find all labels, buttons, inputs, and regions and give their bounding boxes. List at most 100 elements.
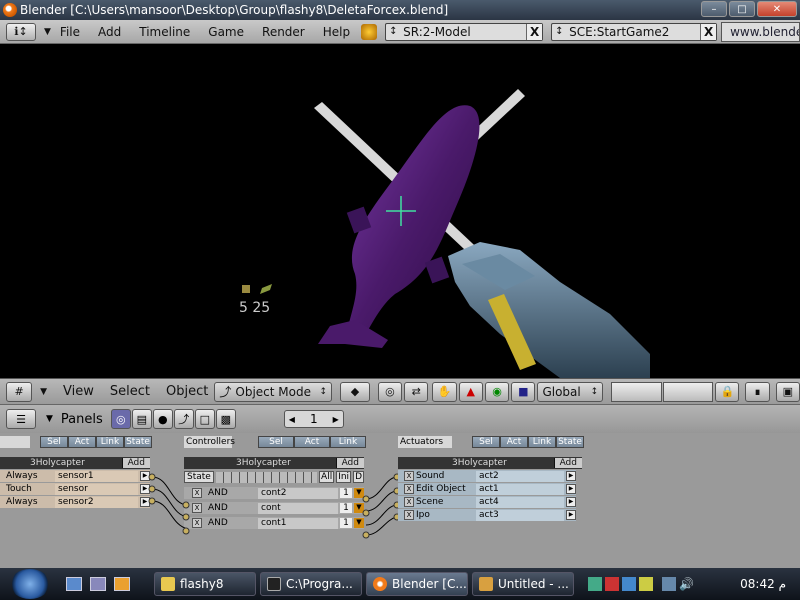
prev-arrow-icon[interactable]: ◀ (289, 415, 295, 424)
link-socket[interactable] (182, 527, 190, 535)
editor-type-button[interactable]: ☰ (6, 409, 36, 429)
scene-tab-icon[interactable]: ▩ (215, 409, 236, 429)
tray-icon[interactable] (622, 577, 636, 591)
scene-selector[interactable]: ↕ SCE:StartGame2 X (551, 22, 718, 41)
menu-help[interactable]: Help (323, 25, 350, 39)
switch-windows-icon[interactable] (90, 577, 106, 591)
task-flashy8[interactable]: flashy8 (154, 572, 256, 596)
actuator-row[interactable]: X Scene act4 ▶ (398, 496, 576, 508)
delete-x-icon[interactable]: X (404, 484, 414, 494)
link-socket[interactable] (362, 531, 370, 539)
minimize-button[interactable]: – (701, 1, 727, 17)
layer-buttons[interactable] (611, 381, 714, 402)
controllers-sel-tab[interactable]: Sel (258, 436, 294, 448)
render-preview-button[interactable]: ▣ (775, 381, 800, 402)
delete-x-icon[interactable]: X (404, 510, 414, 520)
link-socket[interactable] (148, 473, 156, 481)
volume-icon[interactable]: 🔊 (679, 577, 694, 591)
menu-file[interactable]: File (60, 25, 80, 39)
logic-tab-icon[interactable]: ◎ (110, 409, 131, 429)
sensor-row[interactable]: Always sensor2 ▶ (0, 496, 150, 508)
tray-icon[interactable] (639, 577, 653, 591)
task-paint[interactable]: Untitled - ... (472, 572, 574, 596)
link-socket[interactable] (182, 513, 190, 521)
actuator-type[interactable]: Scene (416, 497, 474, 507)
actuator-type[interactable]: Ipo (416, 510, 474, 520)
actuator-name[interactable]: act4 (476, 496, 564, 508)
actuator-name[interactable]: act3 (476, 509, 564, 521)
link-socket[interactable] (182, 501, 190, 509)
render-button[interactable]: ∎ (745, 381, 770, 402)
next-arrow-icon[interactable]: ▶ (333, 415, 339, 424)
actuator-name[interactable]: act2 (476, 470, 564, 482)
controllers-act-tab[interactable]: Act (294, 436, 330, 448)
show-desktop-icon[interactable] (66, 577, 82, 591)
actuator-type[interactable]: Edit Object (416, 484, 474, 494)
game-viewport[interactable]: 5 25 (0, 44, 800, 378)
pivot-button[interactable]: ◎ (377, 381, 403, 402)
actuator-row[interactable]: X Ipo act3 ▶ (398, 509, 576, 521)
menu-render[interactable]: Render (262, 25, 305, 39)
network-icon[interactable] (662, 577, 676, 591)
sensor-type[interactable]: Touch (0, 484, 55, 494)
actuator-row[interactable]: X Sound act2 ▶ (398, 470, 576, 482)
layer-grid-right[interactable] (662, 381, 714, 402)
expand-icon[interactable]: ▶ (566, 497, 576, 507)
layer-lock-button[interactable]: ⇄ (404, 381, 429, 402)
script-tab-icon[interactable]: ▤ (131, 409, 152, 429)
collapse-menu-icon[interactable]: ▼ (44, 27, 51, 37)
close-button[interactable]: ✕ (757, 1, 797, 17)
menu-timeline[interactable]: Timeline (139, 25, 190, 39)
task-blender[interactable]: Blender [C... (366, 572, 468, 596)
sensor-type[interactable]: Always (0, 497, 55, 507)
object-tab-icon[interactable]: ⤴ (173, 409, 194, 429)
actuator-row[interactable]: X Edit Object act1 ▶ (398, 483, 576, 495)
collapse-menu-icon[interactable]: ▼ (40, 387, 47, 397)
actuators-add-button[interactable]: Add (553, 458, 582, 468)
screen-selector[interactable]: ↕ SR:2-Model X (385, 22, 544, 41)
sensors-link-tab[interactable]: Link (96, 436, 124, 448)
actuator-type[interactable]: Sound (416, 471, 474, 481)
menu-object[interactable]: Object (166, 384, 208, 399)
sensors-sel-tab[interactable]: Sel (40, 436, 68, 448)
link-socket[interactable] (362, 509, 370, 517)
url-link[interactable]: www.blender.or (721, 21, 800, 42)
actuators-link-tab[interactable]: Link (528, 436, 556, 448)
screen-delete-button[interactable]: X (526, 23, 543, 40)
expand-icon[interactable]: ▶ (566, 484, 576, 494)
menu-view[interactable]: View (63, 384, 94, 399)
delete-x-icon[interactable]: X (404, 497, 414, 507)
page-stepper[interactable]: ◀ 1 ▶ (283, 410, 344, 428)
orientation-dropdown[interactable]: Global ↕ (537, 381, 604, 402)
editing-tab-icon[interactable]: □ (194, 409, 215, 429)
lock-button[interactable]: 🔒 (715, 381, 740, 402)
editor-type-button[interactable]: ℹ↕ (6, 22, 36, 41)
tray-icon[interactable] (605, 577, 619, 591)
scale-button[interactable]: ■ (511, 381, 536, 402)
link-socket[interactable] (148, 497, 156, 505)
tray-icon[interactable] (588, 577, 602, 591)
translate-button[interactable]: ▲ (458, 381, 483, 402)
layer-grid-left[interactable] (611, 381, 662, 402)
sensors-act-tab[interactable]: Act (68, 436, 96, 448)
shading-tab-icon[interactable]: ● (152, 409, 173, 429)
sensor-name[interactable]: sensor (55, 483, 138, 495)
scene-delete-button[interactable]: X (700, 23, 717, 40)
clock[interactable]: 08:42 م (740, 577, 786, 591)
expand-icon[interactable]: ▶ (566, 471, 576, 481)
menu-game[interactable]: Game (208, 25, 244, 39)
menu-select[interactable]: Select (110, 384, 150, 399)
actuators-sel-tab[interactable]: Sel (472, 436, 500, 448)
sensor-type[interactable]: Always (0, 471, 55, 481)
editor-type-button[interactable]: # (6, 381, 33, 402)
actuators-act-tab[interactable]: Act (500, 436, 528, 448)
maximize-button[interactable]: □ (729, 1, 755, 17)
sensor-row[interactable]: Touch sensor ▶ (0, 483, 150, 495)
link-socket[interactable] (362, 495, 370, 503)
scene-browse-icon[interactable]: ↕ (555, 26, 569, 37)
mode-dropdown[interactable]: ⤴ Object Mode ↕ (214, 381, 332, 402)
scene-field[interactable]: SCE:StartGame2 (569, 25, 669, 39)
screen-browse-icon[interactable]: ↕ (389, 26, 403, 37)
delete-x-icon[interactable]: X (404, 471, 414, 481)
actuator-name[interactable]: act1 (476, 483, 564, 495)
